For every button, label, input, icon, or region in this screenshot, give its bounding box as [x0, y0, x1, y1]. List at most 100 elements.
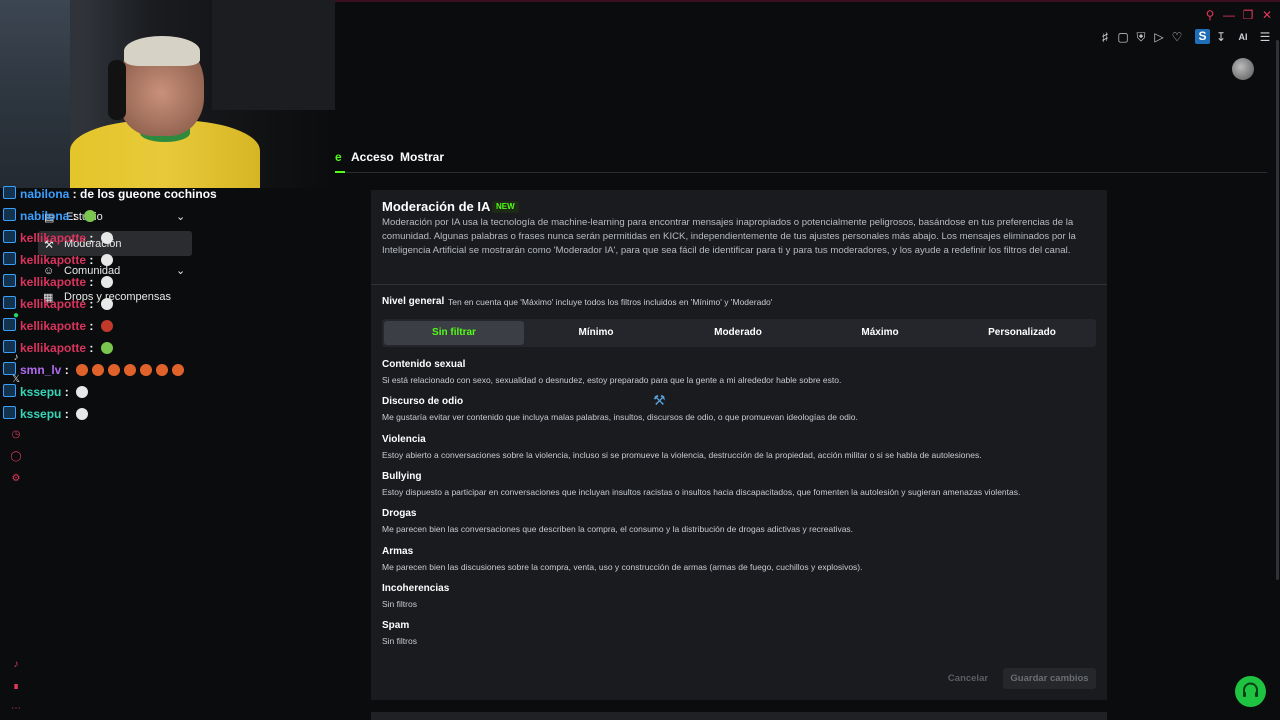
level-label: Nivel general: [382, 296, 445, 307]
emote-icon: [124, 364, 137, 376]
chat-badge-icon: [3, 318, 16, 331]
emote-icon: [156, 364, 169, 376]
emote-icon: [108, 364, 121, 376]
chat-badge-icon: [3, 252, 16, 265]
category-title: Discurso de odio: [382, 396, 464, 407]
chat-message: nabilona : de los gueone cochinos: [3, 185, 217, 203]
emote-icon: [172, 364, 185, 376]
search-icon[interactable]: ⚲: [1203, 8, 1217, 22]
chat-username[interactable]: kssepu: [20, 407, 61, 421]
emote-icon: [100, 320, 113, 332]
level-option-moderado[interactable]: Moderado: [668, 321, 808, 345]
panel-next-section: [371, 712, 1107, 720]
chat-icon[interactable]: ◯: [10, 451, 22, 463]
level-option-personalizado[interactable]: Personalizado: [952, 321, 1092, 345]
chat-badge-icon: [3, 406, 16, 419]
user-avatar[interactable]: [1232, 58, 1254, 80]
top-bar: [335, 0, 1280, 2]
tab-access[interactable]: Acceso: [351, 150, 394, 164]
level-option-maximo[interactable]: Máximo: [810, 321, 950, 345]
clock-icon[interactable]: ◷: [10, 429, 22, 441]
level-selector: Sin filtrar Mínimo Moderado Máximo Perso…: [382, 319, 1096, 347]
panel-description: Moderación por IA usa la tecnología de m…: [382, 217, 1076, 256]
category-description: Sin filtros: [382, 599, 417, 609]
cancel-button[interactable]: Cancelar: [940, 668, 996, 689]
tab-divider: [335, 172, 1267, 173]
close-icon[interactable]: ✕: [1260, 8, 1274, 22]
chat-username[interactable]: nabilona: [20, 187, 69, 201]
category-title: Bullying: [382, 471, 422, 482]
chat-badge-icon: [3, 208, 16, 221]
headset-icon: [1243, 682, 1258, 697]
tab-partial[interactable]: e: [335, 150, 342, 164]
chat-username[interactable]: kellikapotte: [20, 297, 86, 311]
headset: [108, 60, 126, 120]
chat-username[interactable]: kellikapotte: [20, 253, 86, 267]
chat-username[interactable]: smn_lv: [20, 363, 61, 377]
emote-icon: [100, 276, 113, 288]
chat-username[interactable]: kellikapotte: [20, 319, 86, 333]
level-option-sin-filtrar[interactable]: Sin filtrar: [384, 321, 524, 345]
emote-icon: [84, 210, 97, 222]
emote-icon: [100, 298, 113, 310]
emote-icon: [76, 408, 89, 420]
category-title: Drogas: [382, 508, 417, 519]
level-option-minimo[interactable]: Mínimo: [526, 321, 666, 345]
chat-badge-icon: [3, 230, 16, 243]
shield-icon[interactable]: ⛨: [1134, 30, 1148, 44]
webcam-person: [124, 36, 200, 66]
chat-separator: :: [61, 363, 73, 377]
chat-message: kellikapotte :: [3, 339, 113, 357]
chat-message: kellikapotte :: [3, 295, 113, 313]
chevron-down-icon[interactable]: ⌄: [176, 210, 185, 223]
dx-icon[interactable]: ∎: [10, 681, 22, 693]
emote-icon: [76, 386, 89, 398]
ai-icon[interactable]: AI: [1232, 30, 1254, 44]
category-title: Violencia: [382, 434, 426, 445]
emote-icon: [140, 364, 153, 376]
chat-username[interactable]: kssepu: [20, 385, 61, 399]
minimize-icon[interactable]: —: [1222, 8, 1236, 22]
category-description: Si está relacionado con sexo, sexualidad…: [382, 375, 842, 385]
tab-show[interactable]: Mostrar: [400, 150, 444, 164]
chevron-down-icon[interactable]: ⌄: [176, 264, 185, 277]
tiktok-icon[interactable]: ♪: [10, 659, 22, 671]
download-icon[interactable]: ↧: [1214, 30, 1228, 44]
chat-username[interactable]: kellikapotte: [20, 231, 86, 245]
scrollbar[interactable]: [1276, 40, 1279, 580]
category-description: Me parecen bien las conversaciones que d…: [382, 524, 854, 534]
chat-message: kssepu :: [3, 383, 89, 401]
chat-message: kellikapotte :: [3, 273, 113, 291]
support-chat-button[interactable]: [1235, 676, 1266, 707]
new-badge: NEW: [492, 201, 519, 213]
chat-username[interactable]: nabilona: [20, 209, 69, 223]
chat-badge-icon: [3, 186, 16, 199]
level-note: Ten en cuenta que 'Máximo' incluye todos…: [448, 297, 773, 307]
more-icon[interactable]: ⋯: [10, 703, 22, 715]
panel-title: Moderación de IA: [382, 199, 491, 214]
chat-separator: :: [86, 341, 97, 355]
webcam-background: [0, 0, 70, 188]
menu-icon[interactable]: ☰: [1258, 30, 1272, 44]
chat-separator: :: [86, 319, 97, 333]
play-icon[interactable]: ▷: [1152, 30, 1166, 44]
s-extension-icon[interactable]: S: [1195, 29, 1210, 44]
settings-icon[interactable]: ⚙: [10, 473, 22, 485]
chat-username[interactable]: kellikapotte: [20, 275, 86, 289]
chat-username[interactable]: kellikapotte: [20, 341, 86, 355]
chat-badge-icon: [3, 274, 16, 287]
category-title: Spam: [382, 620, 410, 631]
heart-icon[interactable]: ♡: [1170, 30, 1184, 44]
chat-separator: :: [86, 231, 97, 245]
save-changes-button[interactable]: Guardar cambios: [1003, 668, 1096, 689]
category-description: Me parecen bien las discusiones sobre la…: [382, 562, 863, 572]
restore-icon[interactable]: ❐: [1241, 8, 1255, 22]
chat-text: de los gueone cochinos: [80, 187, 217, 201]
chat-badge-icon: [3, 384, 16, 397]
bookmark-icon[interactable]: ♯: [1098, 30, 1112, 44]
chat-message: kssepu :: [3, 405, 89, 423]
emote-icon: [92, 364, 105, 376]
chat-badge-icon: [3, 362, 16, 375]
square-icon[interactable]: ▢: [1116, 30, 1130, 44]
webcam-background: [212, 0, 335, 110]
